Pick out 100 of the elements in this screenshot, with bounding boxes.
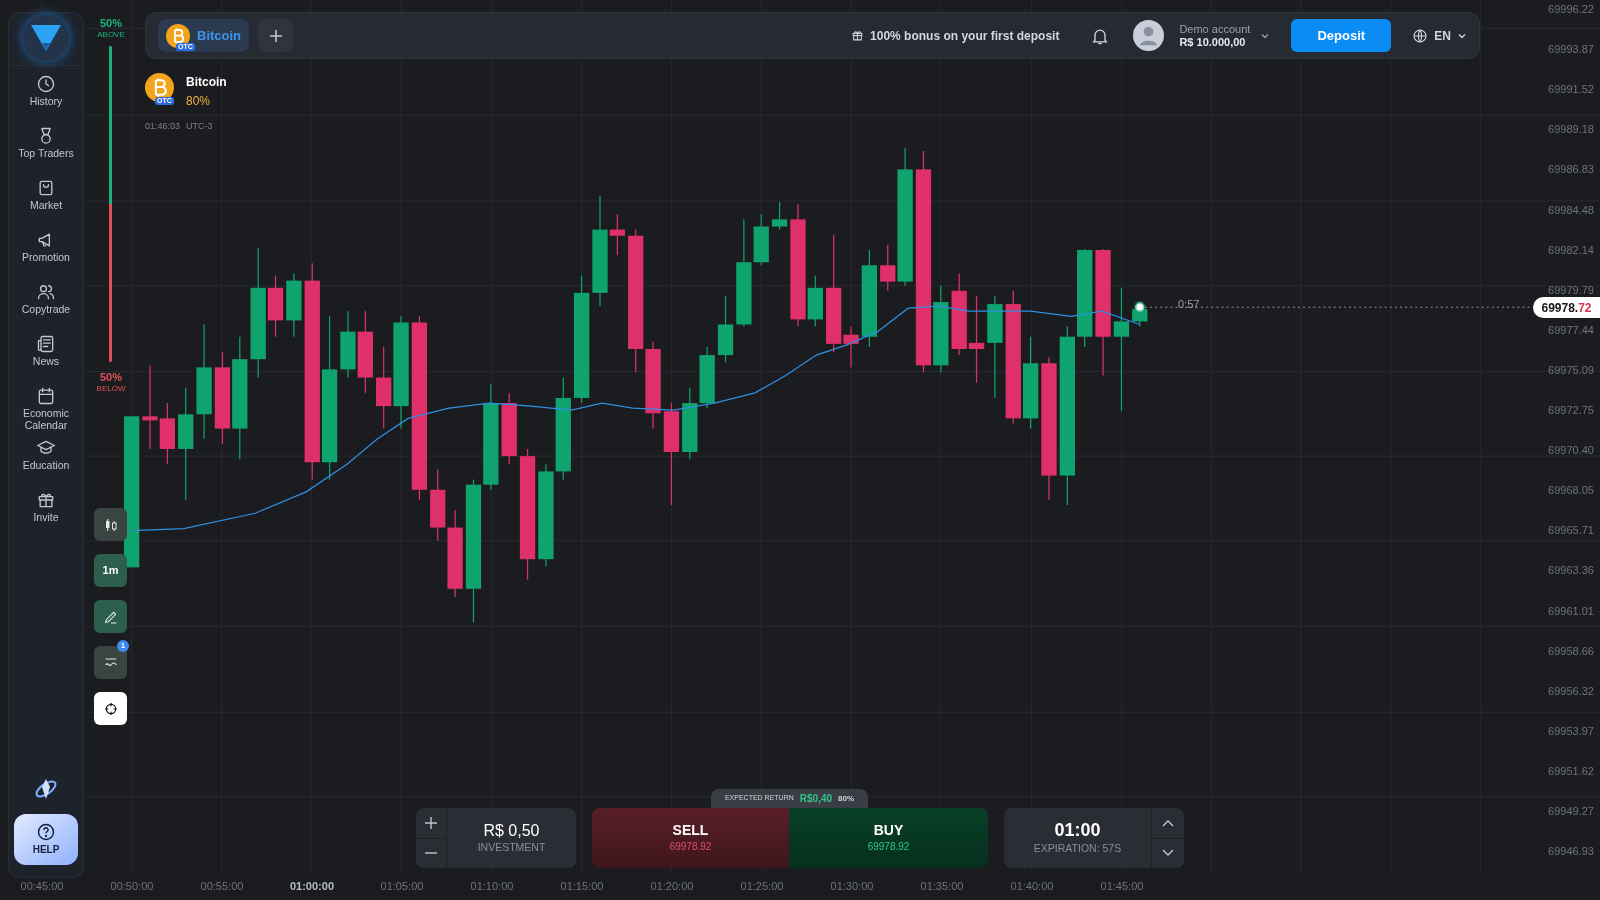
price-marker: [1133, 301, 1146, 314]
expected-return-percent: 80%: [838, 792, 855, 805]
price-tick: 69982.14: [1548, 243, 1594, 257]
expiration-time[interactable]: 01:00: [1054, 819, 1101, 841]
sidebar-item[interactable]: Economic Calendar: [11, 384, 81, 435]
crosshair-icon: [102, 700, 119, 717]
candlestick-icon: [103, 517, 118, 532]
price-tick: 69965.71: [1548, 524, 1594, 538]
time-tick: 01:05:00: [379, 880, 425, 893]
sidebar-item[interactable]: Promotion: [11, 228, 81, 279]
price-tick: 69991.52: [1548, 83, 1594, 97]
logo[interactable]: [23, 15, 69, 61]
plus-icon: [268, 28, 283, 43]
buy-price: 69978.92: [867, 840, 910, 854]
below-label: BELOW: [95, 384, 127, 393]
expected-return-amount: R$0,40: [799, 792, 833, 806]
sidebar-item[interactable]: History: [11, 72, 81, 123]
price-label: 69978.72: [1533, 297, 1600, 318]
server-time: 01:46:03: [145, 120, 181, 133]
candlestick: [717, 295, 734, 363]
chevron-up-icon: [1162, 818, 1174, 827]
price-tick: 69977.44: [1548, 323, 1594, 337]
time-tick: 01:00:00: [288, 880, 335, 893]
account-selector[interactable]: Demo account R$ 10.000,00: [1179, 22, 1271, 49]
price-tick: 69968.05: [1548, 484, 1594, 498]
price-tick: 69989.18: [1548, 123, 1594, 137]
sidebar-item[interactable]: Market: [11, 176, 81, 227]
above-label: ABOVE: [96, 30, 126, 39]
time-tick: 01:20:00: [649, 880, 695, 893]
timezone: UTC-3: [186, 120, 213, 133]
sidebar-item[interactable]: News: [11, 332, 81, 383]
time-tick: 01:25:00: [739, 880, 785, 893]
expiration-label: EXPIRATION: 57S: [1033, 840, 1122, 856]
chart-tool-button[interactable]: [94, 508, 127, 541]
price-tick: 69996.22: [1548, 3, 1594, 16]
chart-tool-button[interactable]: 1m: [94, 554, 127, 587]
sell-button[interactable]: SELL 69978.92: [592, 808, 789, 868]
avatar-icon[interactable]: [1133, 20, 1165, 51]
below-percent: 50%: [99, 371, 123, 383]
candlestick: [340, 311, 356, 378]
calendar-icon: [36, 386, 56, 406]
users-icon: [36, 282, 56, 302]
time-tick: 01:15:00: [559, 880, 605, 893]
time-tick: 01:30:00: [829, 880, 875, 893]
gift-icon: [851, 29, 865, 42]
price-tick: 69958.66: [1548, 644, 1594, 658]
count-badge: 1: [117, 640, 129, 652]
candlestick: [430, 469, 446, 541]
price-tick: 69951.62: [1548, 764, 1594, 778]
candlestick: [159, 403, 175, 465]
candlestick: [699, 346, 715, 409]
price-tick: 69956.32: [1548, 684, 1594, 698]
time-tick: 00:55:00: [199, 880, 245, 893]
asset-name: Bitcoin: [186, 74, 227, 91]
countdown-timer: 0:57: [1178, 297, 1200, 312]
price-tick: 69953.97: [1548, 724, 1594, 738]
time-tick: 00:45:00: [19, 880, 65, 893]
clock-icon: [36, 74, 56, 94]
sell-price: 69978.92: [669, 840, 712, 854]
above-percent: 50%: [99, 17, 123, 29]
price-tick: 69961.01: [1548, 604, 1594, 618]
price-tick: 69963.36: [1548, 564, 1594, 578]
payout-percent: 80%: [186, 93, 212, 110]
chart-tool-button[interactable]: [94, 600, 127, 633]
investment-amount[interactable]: R$ 0,50: [483, 820, 540, 840]
price-tick: 69975.09: [1548, 363, 1594, 377]
bonus-link[interactable]: 100% bonus on your first deposit: [851, 26, 1060, 45]
price-tick: 69970.40: [1548, 444, 1594, 458]
globe-icon: [1412, 27, 1429, 44]
buy-button[interactable]: BUY 69978.92: [789, 808, 988, 868]
plus-icon: [425, 816, 437, 829]
price-tick: 69979.79: [1548, 283, 1594, 297]
chart-tool-button[interactable]: [94, 692, 127, 725]
sidebar-item[interactable]: Top Traders: [11, 124, 81, 175]
time-tick: 00:50:00: [109, 880, 155, 893]
price-tick: 69946.93: [1548, 845, 1594, 859]
minus-icon: [425, 852, 437, 855]
newspaper-icon: [36, 334, 56, 354]
sidebar-item[interactable]: Copytrade: [11, 280, 81, 331]
price-tick: 69986.83: [1548, 163, 1594, 177]
price-tick: 69984.48: [1548, 203, 1594, 217]
time-tick: 01:40:00: [1009, 880, 1055, 893]
account-type: Demo account: [1179, 22, 1251, 36]
help-button[interactable]: HELP: [14, 814, 78, 865]
price-tick: 69993.87: [1548, 43, 1594, 57]
sidebar-item[interactable]: Education: [11, 436, 81, 487]
candlestick: [771, 202, 788, 230]
sidebar-item[interactable]: Invite: [11, 488, 81, 539]
price-tick: 69949.27: [1548, 805, 1594, 818]
investment-label: INVESTMENT: [477, 839, 546, 855]
chevron-down-icon: [1162, 849, 1174, 858]
account-balance: R$ 10.000,00: [1179, 35, 1247, 49]
language-selector[interactable]: EN: [1412, 26, 1467, 45]
add-tab-button[interactable]: [258, 19, 294, 52]
help-icon: [36, 822, 56, 842]
time-tick: 01:35:00: [919, 880, 965, 893]
time-tick: 01:10:00: [469, 880, 515, 893]
time-tick: 01:45:00: [1099, 880, 1145, 893]
candlestick: [286, 273, 302, 337]
price-tick: 69972.75: [1548, 404, 1594, 417]
